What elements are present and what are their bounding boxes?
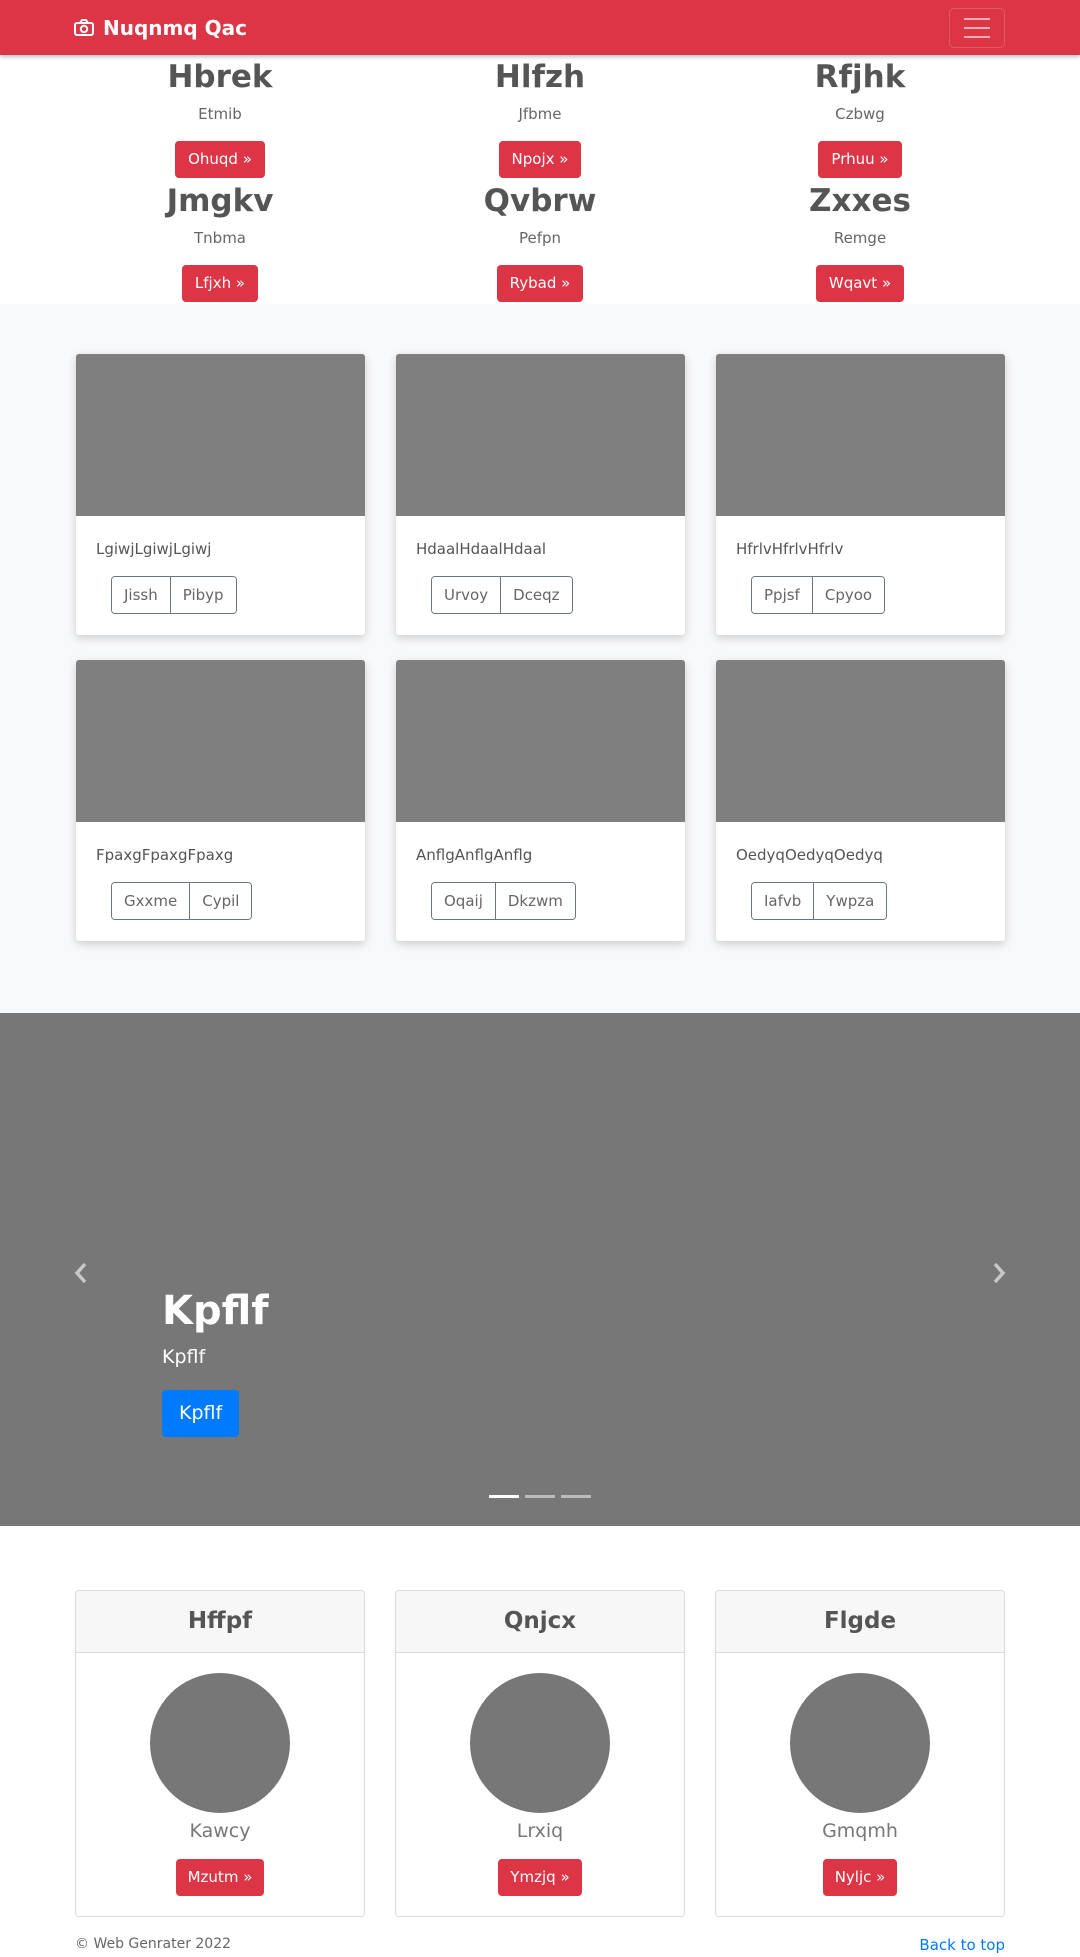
back-to-top-link[interactable]: Back to top: [919, 1936, 1005, 1954]
card-text: HfrlvHfrlvHfrlv: [736, 540, 844, 558]
card-button[interactable]: Iafvb: [752, 883, 814, 919]
card-button[interactable]: Pibyp: [169, 577, 236, 613]
avatar: [470, 1673, 610, 1813]
album-card: HdaalHdaalHdaal Urvoy Dceqz: [396, 354, 685, 635]
profile-button[interactable]: Ymzjq »: [498, 1859, 582, 1896]
profile-card: Hffpf Kawcy Mzutm »: [75, 1590, 365, 1917]
feature-button[interactable]: Npojx »: [498, 141, 582, 178]
feature-item: Hbrek Etmib Ohuqd »: [60, 57, 380, 178]
feature-text: Jfbme: [518, 105, 562, 123]
card-thumbnail: [76, 660, 365, 822]
card-button[interactable]: Cypil: [189, 883, 252, 919]
profile-name: Kawcy: [189, 1820, 251, 1842]
feature-title: Qvbrw: [483, 183, 597, 219]
feature-title: Hbrek: [167, 59, 273, 95]
profile-name: Gmqmh: [822, 1820, 898, 1842]
navbar-toggler-button[interactable]: [949, 8, 1005, 48]
carousel-indicator[interactable]: [561, 1495, 591, 1498]
carousel-indicator[interactable]: [525, 1495, 555, 1498]
carousel-caption-button[interactable]: Kpflf: [162, 1390, 240, 1437]
album-card: AnflgAnflgAnflg Oqaij Dkzwm: [396, 660, 685, 941]
profile-card-header: Qnjcx: [396, 1591, 684, 1653]
album-card: LgiwjLgiwjLgiwj Jissh Pibyp: [76, 354, 365, 635]
card-thumbnail: [716, 354, 1005, 516]
card-button[interactable]: Dceqz: [500, 577, 572, 613]
card-button-group: Oqaij Dkzwm: [431, 882, 576, 920]
carousel-caption-subtitle: Kpflf: [162, 1346, 206, 1368]
feature-button[interactable]: Prhuu »: [818, 141, 902, 178]
feature-title: Zxxes: [809, 183, 911, 219]
avatar: [150, 1673, 290, 1813]
feature-text: Etmib: [198, 105, 242, 123]
profiles-section: Hffpf Kawcy Mzutm » Qnjcx Lrxiq Ymzjq » …: [0, 1526, 1080, 1936]
card-button-group: Iafvb Ywpza: [751, 882, 888, 920]
feature-title: Jmgkv: [166, 183, 274, 219]
hamburger-icon: [964, 18, 990, 20]
feature-button[interactable]: Lfjxh »: [181, 265, 259, 302]
profile-card-header: Flgde: [716, 1591, 1004, 1653]
brand-link[interactable]: Nuqnmq Qac: [74, 0, 247, 55]
feature-button[interactable]: Rybad »: [496, 265, 584, 302]
copyright-text: © Web Genrater 2022: [75, 1936, 232, 1952]
navbar: Nuqnmq Qac: [0, 0, 1080, 55]
feature-text: Tnbma: [194, 229, 246, 247]
feature-title: Rfjhk: [814, 59, 906, 95]
feature-item: Rfjhk Czbwg Prhuu »: [700, 57, 1020, 178]
card-button[interactable]: Cpyoo: [811, 577, 885, 613]
card-button[interactable]: Ppjsf: [752, 577, 812, 613]
carousel: Kpflf Kpflf Kpflf: [0, 1013, 1080, 1526]
card-thumbnail: [76, 354, 365, 516]
feature-text: Czbwg: [835, 105, 885, 123]
feature-button[interactable]: Wqavt »: [815, 265, 905, 302]
carousel-next-button[interactable]: [990, 1261, 1008, 1285]
card-text: OedyqOedyqOedyq: [736, 846, 883, 864]
feature-item: Qvbrw Pefpn Rybad »: [380, 181, 700, 302]
card-text: FpaxgFpaxgFpaxg: [96, 846, 234, 864]
feature-item: Jmgkv Tnbma Lfjxh »: [60, 181, 380, 302]
profile-button[interactable]: Mzutm »: [175, 1859, 265, 1896]
profile-card: Qnjcx Lrxiq Ymzjq »: [395, 1590, 685, 1917]
card-button[interactable]: Dkzwm: [494, 883, 575, 919]
profile-button[interactable]: Nyljc »: [822, 1859, 898, 1896]
card-button[interactable]: Jissh: [112, 577, 170, 613]
feature-item: Hlfzh Jfbme Npojx »: [380, 57, 700, 178]
chevron-left-icon: [74, 1262, 87, 1284]
profile-card: Flgde Gmqmh Nyljc »: [715, 1590, 1005, 1917]
footer: © Web Genrater 2022 Back to top: [0, 1936, 1080, 1957]
card-button-group: Gxxme Cypil: [111, 882, 253, 920]
card-button-group: Urvoy Dceqz: [431, 576, 573, 614]
chevron-right-icon: [993, 1262, 1006, 1284]
card-button[interactable]: Ywpza: [813, 883, 887, 919]
card-button-group: Jissh Pibyp: [111, 576, 237, 614]
feature-text: Pefpn: [518, 229, 562, 247]
card-button[interactable]: Urvoy: [432, 577, 501, 613]
card-button[interactable]: Gxxme: [112, 883, 190, 919]
feature-item: Zxxes Remge Wqavt »: [700, 181, 1020, 302]
feature-text: Remge: [833, 229, 887, 247]
album-section: LgiwjLgiwjLgiwj Jissh Pibyp HdaalHdaalHd…: [0, 304, 1080, 1013]
carousel-indicators: [0, 1495, 1080, 1498]
card-text: HdaalHdaalHdaal: [416, 540, 547, 558]
features-section: Hbrek Etmib Ohuqd » Hlfzh Jfbme Npojx » …: [0, 55, 1080, 304]
card-button[interactable]: Oqaij: [432, 883, 495, 919]
card-thumbnail: [396, 660, 685, 822]
carousel-prev-button[interactable]: [72, 1261, 90, 1285]
album-card: HfrlvHfrlvHfrlv Ppjsf Cpyoo: [716, 354, 1005, 635]
brand-name: Nuqnmq Qac: [103, 15, 248, 40]
card-thumbnail: [396, 354, 685, 516]
feature-title: Hlfzh: [494, 59, 586, 95]
album-card: FpaxgFpaxgFpaxg Gxxme Cypil: [76, 660, 365, 941]
feature-button[interactable]: Ohuqd »: [175, 141, 265, 178]
avatar: [790, 1673, 930, 1813]
profile-name: Lrxiq: [516, 1820, 564, 1842]
card-thumbnail: [716, 660, 1005, 822]
carousel-caption-title: Kpflf: [162, 1288, 269, 1334]
camera-icon: [74, 18, 94, 37]
profile-card-header: Hffpf: [76, 1591, 364, 1653]
card-text: AnflgAnflgAnflg: [416, 846, 533, 864]
card-text: LgiwjLgiwjLgiwj: [96, 540, 212, 558]
album-card: OedyqOedyqOedyq Iafvb Ywpza: [716, 660, 1005, 941]
carousel-indicator[interactable]: [489, 1495, 519, 1498]
card-button-group: Ppjsf Cpyoo: [751, 576, 886, 614]
